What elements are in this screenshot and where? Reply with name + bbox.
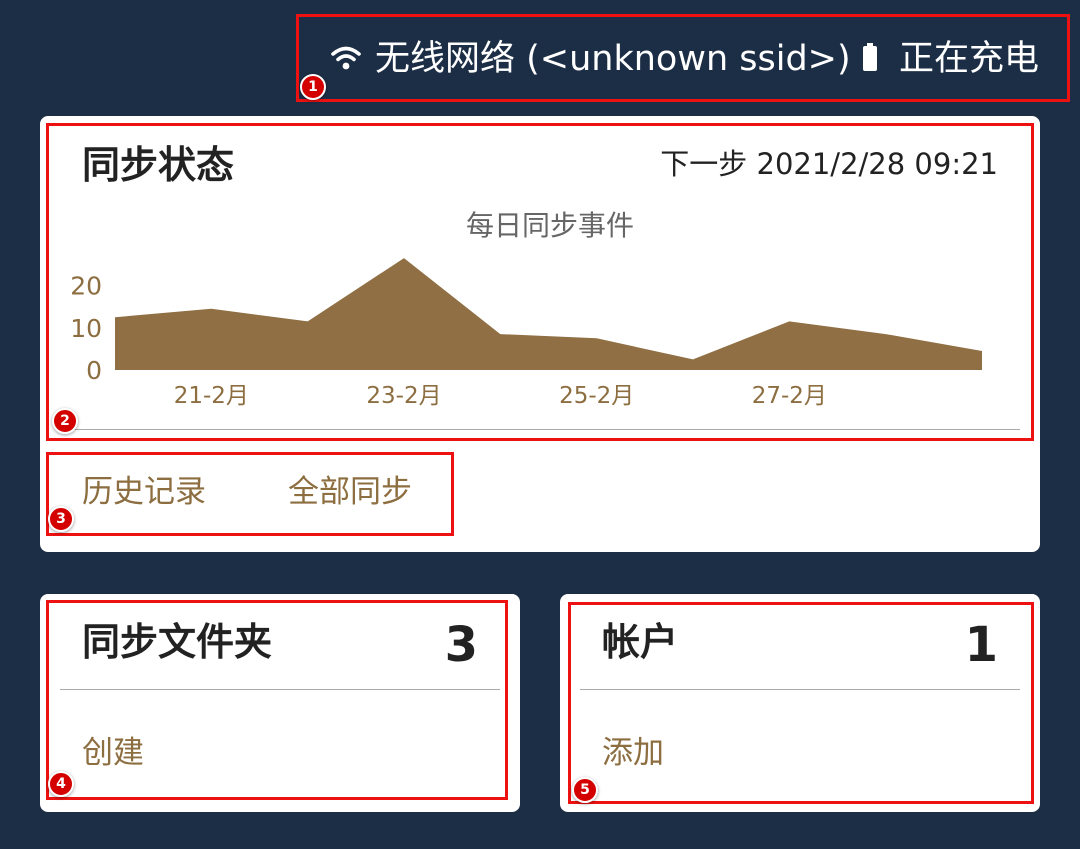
highlight-box-5 xyxy=(568,602,1034,804)
annotation-marker-2: 2 xyxy=(52,408,78,434)
highlight-box-4 xyxy=(46,600,508,800)
charging-status-label: 正在充电 xyxy=(899,39,1040,79)
wifi-icon xyxy=(331,46,361,70)
annotation-marker-4: 4 xyxy=(48,771,74,797)
annotation-marker-1: 1 xyxy=(300,74,326,100)
annotation-marker-5: 5 xyxy=(572,777,598,803)
network-status-label: 无线网络 (<unknown ssid>) xyxy=(375,39,851,79)
highlight-box-2 xyxy=(46,123,1034,441)
annotation-marker-3: 3 xyxy=(48,506,74,532)
highlight-box-3 xyxy=(46,452,454,536)
sync-dashboard: 无线网络 (<unknown ssid>) 正在充电 1 同步状态 下一步 20… xyxy=(0,0,1080,849)
status-bar: 无线网络 (<unknown ssid>) 正在充电 xyxy=(296,14,1070,102)
battery-icon xyxy=(863,43,877,71)
